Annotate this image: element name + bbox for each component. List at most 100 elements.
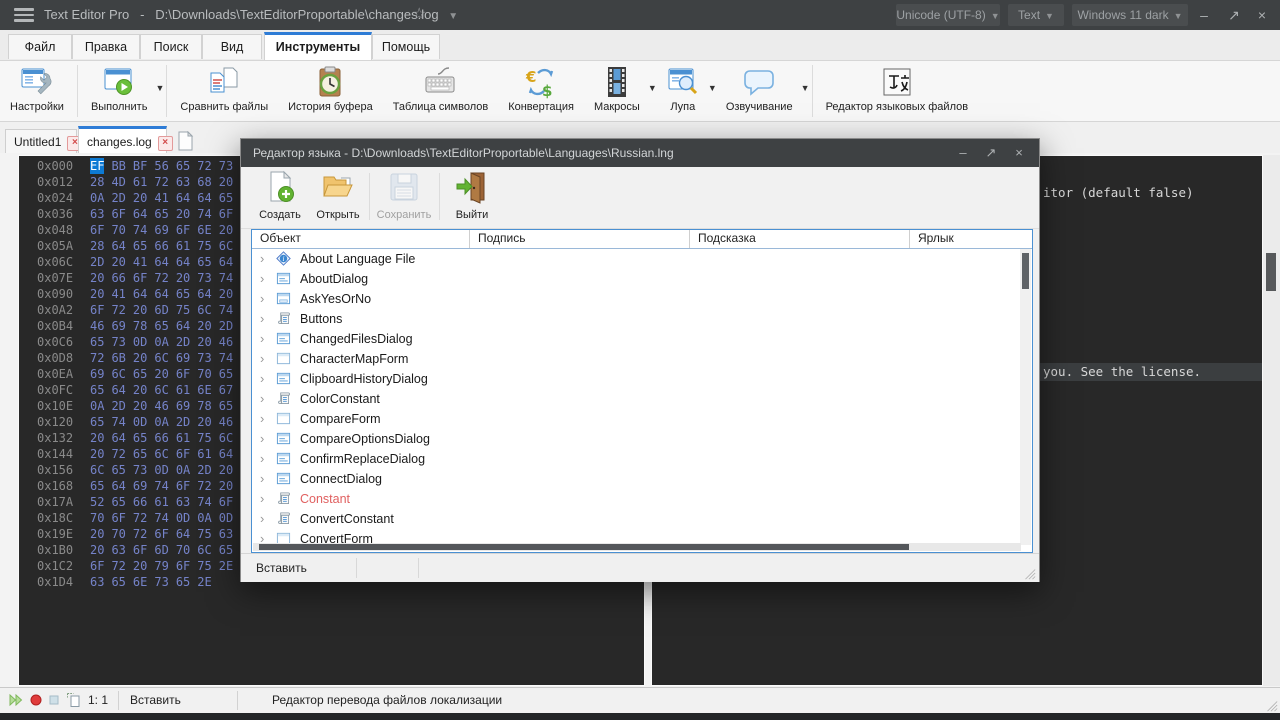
- hex-byte[interactable]: 65: [219, 542, 233, 558]
- hex-byte[interactable]: 74: [154, 510, 168, 526]
- hex-byte[interactable]: 2D: [111, 190, 125, 206]
- hex-byte[interactable]: 56: [154, 158, 168, 174]
- hex-byte[interactable]: 0A: [154, 334, 168, 350]
- hex-byte[interactable]: 6F: [90, 222, 104, 238]
- dialog-button-open[interactable]: Открыть: [309, 170, 367, 221]
- tree-item-ColorConstant[interactable]: › ColorConstant: [252, 389, 1032, 409]
- hex-byte[interactable]: 70: [90, 510, 104, 526]
- hex-byte[interactable]: 2D: [90, 254, 104, 270]
- hex-byte[interactable]: 65: [90, 414, 104, 430]
- hex-byte[interactable]: 66: [154, 238, 168, 254]
- hex-byte[interactable]: 75: [176, 302, 190, 318]
- hex-byte[interactable]: 61: [176, 238, 190, 254]
- expand-chevron-icon[interactable]: ›: [260, 429, 272, 449]
- hex-byte[interactable]: 2D: [176, 414, 190, 430]
- hex-byte[interactable]: 20: [133, 350, 147, 366]
- hex-byte[interactable]: 20: [90, 430, 104, 446]
- hex-byte[interactable]: 70: [176, 542, 190, 558]
- hex-byte[interactable]: 63: [90, 574, 104, 590]
- menu-tab-инструменты[interactable]: Инструменты: [264, 32, 372, 60]
- tree-item-ConnectDialog[interactable]: › ConnectDialog: [252, 469, 1032, 489]
- dropdown-caret-icon[interactable]: ▼: [156, 83, 165, 93]
- hex-byte[interactable]: 74: [219, 302, 233, 318]
- hex-byte[interactable]: 64: [133, 206, 147, 222]
- hex-byte[interactable]: 69: [133, 478, 147, 494]
- hex-byte[interactable]: 75: [197, 238, 211, 254]
- hex-byte[interactable]: 6C: [90, 462, 104, 478]
- hex-byte[interactable]: 65: [219, 398, 233, 414]
- toolbar-button-compare[interactable]: Сравнить файлы: [170, 61, 278, 121]
- scrollbar-thumb[interactable]: [1022, 253, 1029, 289]
- expand-chevron-icon[interactable]: ›: [260, 449, 272, 469]
- hex-byte[interactable]: 72: [154, 270, 168, 286]
- hex-byte[interactable]: 0D: [176, 510, 190, 526]
- hex-byte[interactable]: 65: [133, 238, 147, 254]
- hex-byte[interactable]: 69: [176, 398, 190, 414]
- hex-byte[interactable]: 64: [219, 446, 233, 462]
- hex-byte[interactable]: 72: [90, 350, 104, 366]
- expand-chevron-icon[interactable]: ›: [260, 349, 272, 369]
- hex-byte[interactable]: 64: [111, 478, 125, 494]
- hex-byte[interactable]: 20: [133, 558, 147, 574]
- hex-byte[interactable]: 6C: [219, 430, 233, 446]
- scrollbar-thumb[interactable]: [259, 544, 909, 550]
- hex-byte[interactable]: 69: [90, 366, 104, 382]
- hex-byte[interactable]: 0A: [90, 398, 104, 414]
- hex-byte[interactable]: 61: [154, 494, 168, 510]
- hex-byte[interactable]: 41: [133, 254, 147, 270]
- hex-byte[interactable]: 68: [197, 174, 211, 190]
- hex-byte[interactable]: 74: [154, 478, 168, 494]
- hex-byte[interactable]: 20: [197, 414, 211, 430]
- hex-byte[interactable]: 20: [133, 302, 147, 318]
- hex-byte[interactable]: 6C: [154, 350, 168, 366]
- hex-byte[interactable]: 61: [133, 174, 147, 190]
- hex-byte[interactable]: 20: [219, 286, 233, 302]
- hex-byte[interactable]: 65: [219, 190, 233, 206]
- hex-byte[interactable]: 6C: [219, 238, 233, 254]
- expand-chevron-icon[interactable]: ›: [260, 289, 272, 309]
- hex-byte[interactable]: 0D: [219, 510, 233, 526]
- toolbar-button-settings[interactable]: Настройки: [0, 61, 74, 121]
- expand-chevron-icon[interactable]: ›: [260, 309, 272, 329]
- hex-byte[interactable]: 6D: [154, 302, 168, 318]
- maximize-button[interactable]: ↗: [1222, 0, 1246, 30]
- tree-item-AboutDialog[interactable]: › AboutDialog: [252, 269, 1032, 289]
- doc-tab-changes.log[interactable]: changes.log ×: [78, 126, 173, 153]
- record-macro-icon[interactable]: [28, 692, 44, 708]
- hex-byte[interactable]: 6F: [90, 302, 104, 318]
- run-macro-icon[interactable]: [8, 692, 24, 708]
- hex-byte[interactable]: 6F: [176, 478, 190, 494]
- hex-byte[interactable]: 20: [133, 190, 147, 206]
- close-tab-icon[interactable]: ×: [157, 136, 173, 151]
- tree-item-ChangedFilesDialog[interactable]: › ChangedFilesDialog: [252, 329, 1032, 349]
- hex-byte[interactable]: 0D: [133, 414, 147, 430]
- language-objects-tree[interactable]: Объект Подпись Подсказка Ярлык › i About Lang…: [251, 229, 1033, 553]
- hex-byte[interactable]: 46: [154, 398, 168, 414]
- dialog-button-create[interactable]: Создать: [251, 170, 309, 221]
- hex-byte-selected[interactable]: EF: [90, 158, 105, 174]
- tree-item-ClipboardHistoryDialog[interactable]: › ClipboardHistoryDialog: [252, 369, 1032, 389]
- hex-byte[interactable]: 0A: [90, 190, 104, 206]
- hex-byte[interactable]: 6F: [176, 558, 190, 574]
- hex-byte[interactable]: 64: [197, 286, 211, 302]
- hex-byte[interactable]: 2D: [197, 462, 211, 478]
- hex-byte[interactable]: 20: [154, 366, 168, 382]
- menu-tab-помощь[interactable]: Помощь: [372, 34, 440, 59]
- doc-type-dropdown[interactable]: Text ▼: [1008, 4, 1064, 26]
- hex-byte[interactable]: 65: [176, 158, 190, 174]
- hamburger-menu-icon[interactable]: [14, 8, 34, 22]
- expand-chevron-icon[interactable]: ›: [260, 409, 272, 429]
- expand-chevron-icon[interactable]: ›: [260, 329, 272, 349]
- tree-vertical-scrollbar[interactable]: [1020, 249, 1031, 545]
- hex-byte[interactable]: 65: [90, 382, 104, 398]
- doc-tab-untitled1[interactable]: Untitled1 ×: [5, 129, 83, 153]
- hex-byte[interactable]: 66: [154, 430, 168, 446]
- encoding-dropdown[interactable]: Unicode (UTF-8) ▼: [896, 4, 1000, 26]
- toolbar-button-langedit[interactable]: Редактор языковых файлов: [816, 61, 979, 121]
- hex-byte[interactable]: 6F: [176, 366, 190, 382]
- hex-byte[interactable]: 6F: [154, 526, 168, 542]
- hex-byte[interactable]: 6C: [197, 302, 211, 318]
- hex-byte[interactable]: 2E: [197, 574, 211, 590]
- scrollbar-thumb[interactable]: [1266, 253, 1276, 291]
- hex-byte[interactable]: 64: [111, 430, 125, 446]
